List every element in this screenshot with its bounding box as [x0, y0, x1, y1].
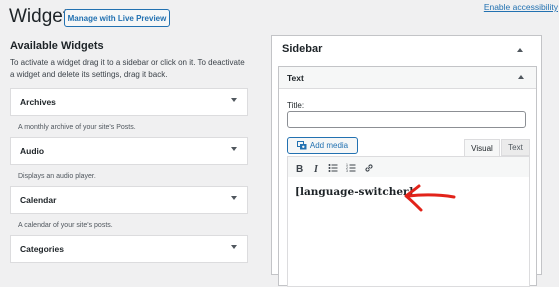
- widget-description: Displays an audio player.: [18, 173, 96, 180]
- numbered-list-icon[interactable]: 1 2 3: [344, 161, 358, 174]
- available-widgets-description: To activate a widget drag it to a sideba…: [10, 58, 245, 79]
- widget-calendar[interactable]: Calendar: [10, 186, 248, 214]
- widget-title: Categories: [20, 244, 64, 254]
- widget-categories[interactable]: Categories: [10, 235, 248, 263]
- widget-title: Archives: [20, 97, 56, 107]
- chevron-down-icon[interactable]: [231, 196, 237, 200]
- chevron-down-icon[interactable]: [231, 245, 237, 249]
- chevron-up-icon[interactable]: [517, 48, 523, 52]
- widget-description: A calendar of your site's posts.: [18, 222, 113, 229]
- text-widget-header[interactable]: Text: [279, 67, 536, 89]
- manage-live-preview-button[interactable]: Manage with Live Preview: [64, 9, 170, 27]
- add-media-button[interactable]: Add media: [287, 137, 358, 154]
- italic-icon[interactable]: I: [309, 161, 323, 174]
- text-widget: Text Title: Add media Visual Text B I 1 …: [278, 66, 537, 287]
- text-widget-title: Text: [287, 73, 304, 83]
- widget-title: Audio: [20, 146, 45, 156]
- title-label: Title:: [287, 101, 305, 110]
- enable-accessibility-link[interactable]: Enable accessibility: [484, 2, 558, 12]
- chevron-down-icon[interactable]: [231, 147, 237, 151]
- svg-text:3: 3: [346, 169, 348, 173]
- widget-audio[interactable]: Audio: [10, 137, 248, 165]
- sidebar-title: Sidebar: [282, 43, 323, 55]
- title-input[interactable]: [287, 111, 526, 128]
- tab-text[interactable]: Text: [501, 139, 530, 156]
- chevron-down-icon[interactable]: [231, 98, 237, 102]
- link-icon[interactable]: [362, 161, 376, 174]
- svg-text:B: B: [296, 164, 303, 173]
- bulleted-list-icon[interactable]: [326, 161, 340, 174]
- widget-archives[interactable]: Archives: [10, 88, 248, 116]
- svg-text:I: I: [313, 164, 319, 173]
- chevron-up-icon[interactable]: [518, 75, 524, 79]
- editor-content: [language-switcher]: [295, 186, 414, 198]
- bold-icon[interactable]: B: [292, 161, 306, 174]
- media-icon: [296, 141, 307, 150]
- available-widgets-heading: Available Widgets: [10, 40, 104, 52]
- widget-title: Calendar: [20, 195, 57, 205]
- add-media-label: Add media: [309, 141, 349, 150]
- annotation-arrow-icon: [404, 184, 456, 212]
- editor-toolbar: B I 1 2 3: [287, 156, 530, 178]
- sidebar-area: Sidebar Text Title: Add media Visual Tex…: [271, 35, 542, 287]
- tab-visual[interactable]: Visual: [464, 139, 500, 157]
- widget-description: A monthly archive of your site's Posts.: [18, 124, 136, 131]
